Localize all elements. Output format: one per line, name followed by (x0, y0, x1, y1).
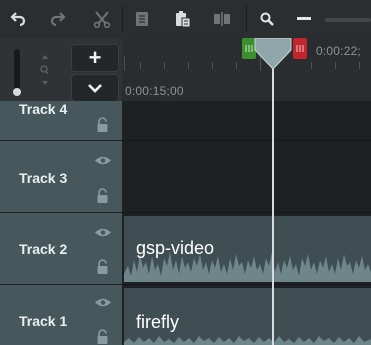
lock-icon[interactable] (96, 329, 109, 345)
toolbar-separator (246, 6, 247, 32)
track-lane-4[interactable] (122, 101, 371, 141)
track-height-slider[interactable] (14, 49, 20, 93)
undo-icon[interactable] (4, 0, 32, 38)
collapse-tracks-button[interactable] (71, 74, 119, 102)
playhead-line[interactable] (272, 56, 274, 345)
track-height-slider-knob[interactable] (13, 88, 21, 96)
media-clip[interactable]: gsp-video (124, 216, 371, 282)
media-clip[interactable]: firefly (124, 288, 371, 345)
playhead-handle[interactable] (253, 38, 293, 70)
out-point-marker[interactable] (293, 38, 307, 59)
toolbar (0, 0, 371, 39)
zoom-slider[interactable] (325, 18, 371, 22)
chevron-down-icon (88, 84, 102, 93)
lock-icon[interactable] (96, 117, 109, 133)
track-name: Track 1 (19, 313, 68, 329)
clip-name: gsp-video (136, 238, 215, 258)
zoom-icon[interactable] (254, 0, 280, 38)
lock-icon[interactable] (96, 188, 109, 204)
track-name: Track 2 (19, 241, 68, 257)
track-header-1[interactable]: Track 1 (0, 285, 122, 345)
toolbar-separator (122, 6, 123, 32)
track-name: Track 4 (19, 101, 68, 117)
track-header-2[interactable]: Track 2 (0, 213, 122, 285)
add-track-button[interactable]: + (71, 44, 119, 72)
cut-icon[interactable] (88, 0, 116, 38)
clip-name: firefly (136, 312, 180, 332)
track-header-3[interactable]: Track 3 (0, 141, 122, 213)
lock-icon[interactable] (96, 259, 109, 275)
add-track-label: + (88, 45, 102, 70)
zoom-out-icon[interactable] (292, 0, 316, 38)
zoom-scale-icon (40, 55, 49, 85)
split-icon[interactable] (208, 0, 236, 38)
ruler-time-start: 0:00:15;00 (125, 84, 184, 98)
track-name: Track 3 (19, 170, 68, 186)
eye-icon[interactable] (94, 227, 112, 238)
copy-icon[interactable] (129, 0, 155, 38)
eye-icon[interactable] (94, 297, 112, 308)
track-header-4[interactable]: Track 4 (0, 101, 122, 141)
eye-icon[interactable] (94, 155, 112, 166)
paste-icon[interactable] (170, 0, 196, 38)
ruler-time-end: 0:00:22; (316, 44, 361, 58)
track-lane-3[interactable] (122, 141, 371, 213)
redo-icon[interactable] (44, 0, 72, 38)
